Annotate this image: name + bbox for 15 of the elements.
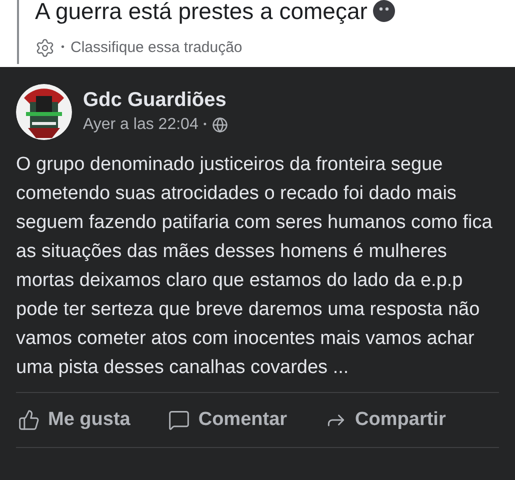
settings-icon[interactable]: [35, 38, 55, 58]
separator-dot: •: [203, 118, 206, 132]
rate-translation-link[interactable]: Classifique essa tradução: [70, 36, 242, 59]
translated-text: A guerra está prestes a começar: [35, 0, 368, 26]
post-text: O grupo denominado justiceiros da fronteira segue cometendo suas atrocidades o recado foi dado mais seguem fazendo patifaria com seres humanos como fica as situações das mães desses homens é mulheres mortas deixamos claro que estamos do lado da e.p.p pode ter serteza que breve daremos uma resposta não vamos cometer atos com inocentes mais vamos achar uma pista desses canalhas covardes ...: [16, 153, 494, 380]
thumbs-up-icon: [18, 409, 40, 431]
separator-dot: •: [61, 41, 65, 56]
speech-bubble-icon: [168, 409, 190, 431]
comment-button[interactable]: Comentar: [168, 406, 288, 434]
share-button[interactable]: Compartir: [325, 406, 446, 434]
like-button[interactable]: Me gusta: [18, 406, 130, 434]
emoji-icon: [373, 0, 396, 22]
globe-icon: [212, 117, 228, 133]
author-name[interactable]: Gdc Guardiões: [83, 87, 228, 113]
post-time[interactable]: Ayer a las 22:04: [83, 113, 198, 137]
